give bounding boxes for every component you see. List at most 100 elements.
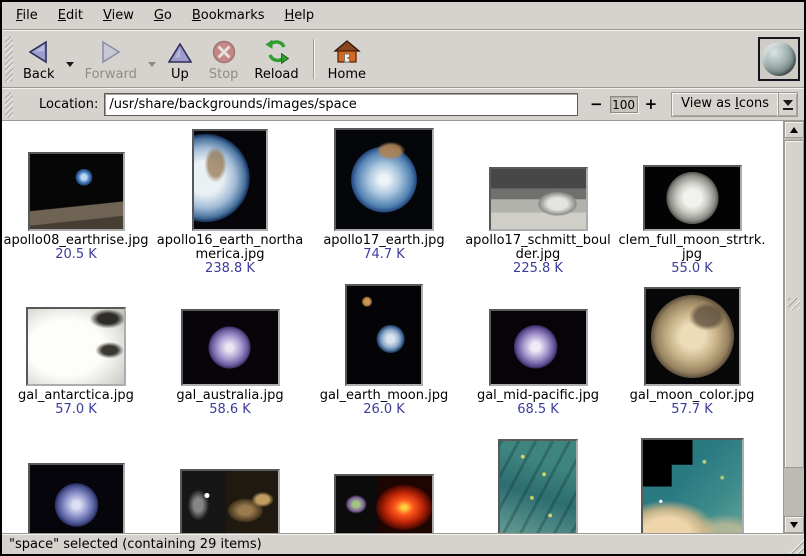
thumbnail-teal-nebula[interactable] bbox=[498, 439, 578, 533]
thumbnail-gal-antarctica[interactable] bbox=[26, 307, 126, 386]
file-item[interactable]: gal_australia.jpg58.6 K bbox=[156, 280, 304, 435]
throbber bbox=[758, 37, 800, 81]
location-bar: Location: − 100 + View as Icons bbox=[2, 88, 804, 121]
location-label: Location: bbox=[39, 97, 98, 112]
dropdown-arrow-button[interactable] bbox=[778, 93, 797, 116]
thumbnail-red-nebula[interactable] bbox=[334, 474, 434, 533]
file-item[interactable]: apollo17_earth.jpg74.7 K bbox=[310, 125, 458, 280]
thumbnail-apollo16-earth[interactable] bbox=[192, 129, 268, 231]
icon-row-1: apollo08_earthrise.jpg20.5 K apollo16_ea… bbox=[2, 125, 783, 280]
file-item[interactable]: clem_full_moon_strtrk.jpg55.0 K bbox=[618, 125, 766, 280]
file-name: apollo17_earth.jpg bbox=[323, 234, 444, 248]
reload-label: Reload bbox=[254, 67, 298, 82]
file-size: 58.6 K bbox=[176, 403, 283, 417]
reload-arrows-icon bbox=[263, 37, 291, 65]
menu-view[interactable]: View bbox=[93, 3, 144, 28]
back-history-dropdown[interactable] bbox=[63, 43, 77, 85]
back-button[interactable]: Back bbox=[15, 33, 63, 85]
file-item[interactable] bbox=[2, 435, 150, 533]
reload-button[interactable]: Reload bbox=[246, 33, 306, 85]
file-name: gal_australia.jpg bbox=[176, 389, 283, 403]
file-item[interactable]: apollo17_schmitt_boulder.jpg225.8 K bbox=[464, 125, 612, 280]
file-size: 238.8 K bbox=[157, 262, 303, 276]
thumbnail-teal-nebula-corner[interactable] bbox=[641, 438, 744, 533]
zoom-in-button[interactable]: + bbox=[643, 97, 660, 112]
file-size: 57.7 K bbox=[630, 403, 755, 417]
thumbnail-gal-mid-pacific[interactable] bbox=[489, 309, 588, 386]
file-item[interactable] bbox=[464, 435, 612, 533]
file-item[interactable]: apollo08_earthrise.jpg20.5 K bbox=[2, 125, 150, 280]
chevron-down-icon bbox=[148, 62, 156, 67]
menu-bookmarks[interactable]: Bookmarks bbox=[182, 3, 275, 28]
file-item[interactable]: gal_antarctica.jpg57.0 K bbox=[2, 280, 150, 435]
stop-button[interactable]: Stop bbox=[201, 33, 247, 85]
vertical-scrollbar[interactable] bbox=[783, 121, 804, 533]
file-size: 57.0 K bbox=[18, 403, 134, 417]
thumbnail-gal-earth-moon[interactable] bbox=[345, 284, 423, 386]
back-label: Back bbox=[23, 67, 55, 82]
forward-history-dropdown[interactable] bbox=[145, 43, 159, 85]
thumbnail-apollo08-earthrise[interactable] bbox=[28, 152, 125, 231]
thumbnail-dark-earth[interactable] bbox=[28, 463, 125, 533]
window-resize-grip[interactable] bbox=[785, 537, 804, 554]
scrollbar-thumb[interactable] bbox=[784, 140, 804, 468]
file-item[interactable]: gal_mid-pacific.jpg68.5 K bbox=[464, 280, 612, 435]
menu-file[interactable]: File bbox=[6, 3, 48, 28]
file-item[interactable]: gal_moon_color.jpg57.7 K bbox=[618, 280, 766, 435]
forward-arrow-icon bbox=[97, 37, 124, 65]
toolbar-separator bbox=[313, 39, 314, 79]
file-item[interactable] bbox=[310, 435, 458, 533]
file-size: 74.7 K bbox=[323, 248, 444, 262]
file-item[interactable]: apollo16_earth_northamerica.jpg238.8 K bbox=[156, 125, 304, 280]
scrollbar-track[interactable] bbox=[784, 138, 804, 516]
zoom-level-indicator[interactable]: 100 bbox=[610, 96, 638, 113]
menu-go[interactable]: Go bbox=[144, 3, 182, 28]
file-manager-window: File Edit View Go Bookmarks Help Back Fo… bbox=[0, 0, 806, 556]
scroll-up-button[interactable] bbox=[784, 121, 804, 138]
status-bar: "space" selected (containing 29 items) bbox=[2, 533, 804, 554]
status-text: "space" selected (containing 29 items) bbox=[9, 537, 262, 552]
up-arrow-icon bbox=[167, 37, 193, 65]
zoom-out-button[interactable]: − bbox=[588, 97, 605, 112]
forward-button[interactable]: Forward bbox=[77, 33, 145, 85]
file-item[interactable] bbox=[618, 435, 766, 533]
zoom-controls: − 100 + bbox=[588, 96, 659, 113]
thumbnail-gal-moon-color[interactable] bbox=[644, 287, 741, 386]
file-name: gal_earth_moon.jpg bbox=[320, 389, 449, 403]
file-name: apollo08_earthrise.jpg bbox=[3, 234, 148, 248]
content-area: apollo08_earthrise.jpg20.5 K apollo16_ea… bbox=[2, 121, 804, 533]
file-size: 225.8 K bbox=[465, 262, 611, 276]
file-item[interactable]: gal_earth_moon.jpg26.0 K bbox=[310, 280, 458, 435]
scroll-down-button[interactable] bbox=[784, 516, 804, 533]
scrollbar-grip-icon bbox=[788, 298, 800, 310]
throbber-globe-icon bbox=[762, 42, 796, 76]
file-name: apollo17_schmitt_boul bbox=[465, 234, 611, 248]
back-arrow-icon bbox=[25, 37, 52, 65]
home-button[interactable]: Home bbox=[320, 33, 374, 85]
thumbnail-apollo17-schmitt-boulder[interactable] bbox=[489, 167, 588, 231]
menu-edit[interactable]: Edit bbox=[48, 3, 93, 28]
location-input[interactable] bbox=[104, 93, 578, 116]
file-item[interactable] bbox=[156, 435, 304, 533]
toolbar-drag-handle[interactable] bbox=[5, 36, 13, 82]
menu-help[interactable]: Help bbox=[275, 3, 325, 28]
home-house-icon bbox=[333, 37, 361, 65]
view-as-label: View as Icons bbox=[672, 93, 778, 116]
down-arrow-icon bbox=[790, 522, 798, 528]
thumbnail-gal-australia[interactable] bbox=[181, 309, 280, 386]
thumbnail-apollo17-earth[interactable] bbox=[334, 128, 434, 231]
thumbnail-clem-full-moon[interactable] bbox=[643, 165, 742, 231]
file-name: gal_antarctica.jpg bbox=[18, 389, 134, 403]
file-size: 68.5 K bbox=[477, 403, 599, 417]
thumbnail-galaxy-pair[interactable] bbox=[180, 469, 280, 533]
stop-label: Stop bbox=[209, 67, 239, 82]
up-arrow-icon bbox=[790, 127, 798, 133]
stop-cross-icon bbox=[211, 37, 237, 65]
file-size: 20.5 K bbox=[3, 248, 148, 262]
view-as-dropdown[interactable]: View as Icons bbox=[671, 92, 798, 117]
chevron-down-icon bbox=[783, 100, 793, 106]
icon-row-2: gal_antarctica.jpg57.0 K gal_australia.j… bbox=[2, 280, 783, 435]
menu-bar: File Edit View Go Bookmarks Help bbox=[2, 2, 804, 30]
up-button[interactable]: Up bbox=[159, 33, 201, 85]
locationbar-drag-handle[interactable] bbox=[5, 92, 13, 118]
